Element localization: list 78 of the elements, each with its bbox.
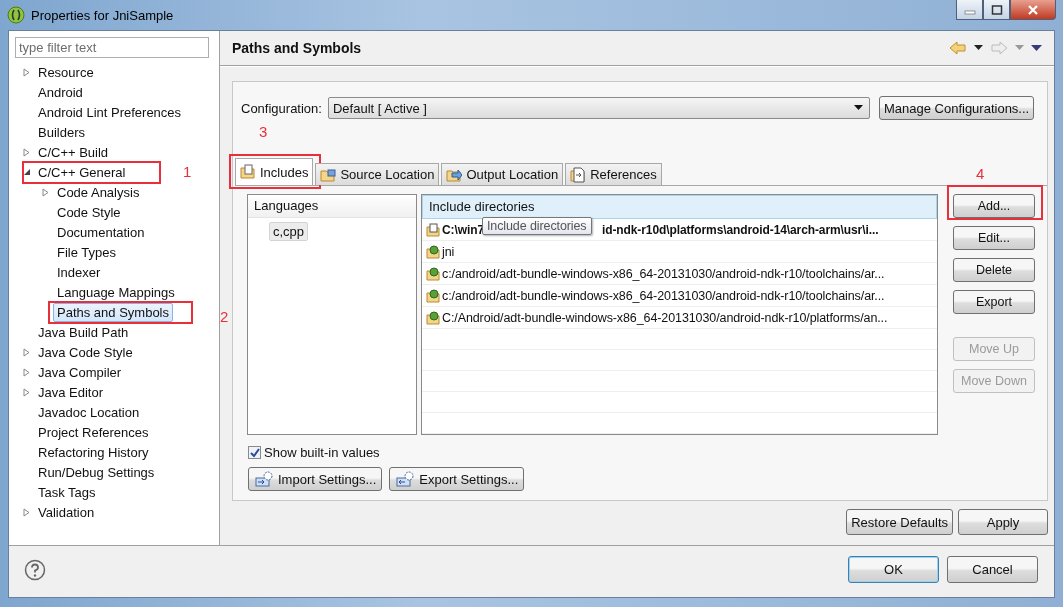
list-action-button[interactable]: Export bbox=[953, 290, 1035, 314]
tree-item[interactable]: Android Lint Preferences bbox=[34, 102, 186, 122]
maximize-icon bbox=[990, 4, 1003, 15]
manage-configurations-button[interactable]: Manage Configurations... bbox=[878, 96, 1035, 120]
help-icon[interactable] bbox=[24, 558, 46, 581]
folder-icon bbox=[570, 166, 587, 183]
page-button[interactable]: Restore Defaults bbox=[846, 509, 953, 535]
list-action-button[interactable]: Delete bbox=[953, 258, 1035, 282]
tree-item[interactable]: C/C++ General bbox=[34, 162, 130, 182]
tree-item[interactable]: Resource bbox=[34, 62, 98, 82]
callout-number: 1 bbox=[183, 163, 192, 180]
tab[interactable]: References bbox=[565, 163, 662, 185]
directory-path: id-ndk-r10d\platforms\android-14\arch-arm\usr\i... bbox=[601, 222, 879, 237]
export-settings-button[interactable]: Export Settings... bbox=[389, 467, 525, 491]
maximize-button[interactable] bbox=[983, 0, 1010, 20]
tree-item[interactable]: Code Style bbox=[53, 202, 125, 222]
configuration-dropdown[interactable]: Default [ Active ] bbox=[327, 97, 870, 119]
directory-path: jni bbox=[442, 244, 455, 259]
tree-item[interactable]: Documentation bbox=[53, 222, 149, 242]
import-settings-button[interactable]: Import Settings... bbox=[248, 467, 383, 491]
page-title: Paths and Symbols bbox=[232, 40, 362, 56]
back-arrow-icon[interactable] bbox=[949, 41, 967, 55]
tab[interactable]: Includes bbox=[235, 158, 314, 185]
folder-icon bbox=[320, 166, 337, 183]
tree-item[interactable]: Java Editor bbox=[34, 382, 108, 402]
checkbox-label: Show built-in values bbox=[264, 445, 380, 460]
tree-item[interactable]: File Types bbox=[53, 242, 120, 262]
dialog-button[interactable]: OK bbox=[848, 556, 939, 583]
filter-field[interactable]: type filter text bbox=[15, 37, 209, 58]
directory-path: C:\win7 bbox=[442, 222, 484, 237]
menu-icon[interactable] bbox=[1031, 44, 1042, 52]
tree-item[interactable]: Indexer bbox=[53, 262, 105, 282]
page-button[interactable]: Apply bbox=[958, 509, 1048, 535]
tab[interactable]: Source Location bbox=[315, 163, 440, 185]
folder-icon bbox=[240, 164, 256, 180]
tree-item[interactable]: Refactoring History bbox=[34, 442, 153, 462]
tree-item[interactable]: Java Build Path bbox=[34, 322, 133, 342]
expand-arrow-icon[interactable] bbox=[23, 387, 30, 397]
window-title: Properties for JniSample bbox=[31, 7, 174, 23]
dialog-button[interactable]: Cancel bbox=[947, 556, 1038, 583]
list-action-button[interactable]: Edit... bbox=[953, 226, 1035, 250]
close-icon bbox=[1027, 4, 1039, 15]
column-header[interactable]: Include directories bbox=[422, 195, 937, 219]
callout-number: 2 bbox=[220, 308, 229, 325]
expand-arrow-icon[interactable] bbox=[23, 147, 30, 157]
collapse-arrow-icon[interactable] bbox=[23, 168, 31, 176]
tree-item[interactable]: Javadoc Location bbox=[34, 402, 144, 422]
close-button[interactable] bbox=[1010, 0, 1056, 20]
expand-arrow-icon[interactable] bbox=[42, 187, 49, 197]
callout-number: 3 bbox=[259, 123, 268, 140]
tree-item[interactable]: Project References bbox=[34, 422, 153, 442]
expand-arrow-icon[interactable] bbox=[23, 367, 30, 377]
dropdown-icon[interactable] bbox=[974, 45, 983, 51]
directory-path: C:/Android/adt-bundle-windows-x86_64-20131030/android-ndk-r10/platforms/an... bbox=[442, 310, 888, 325]
directory-path: c:/android/adt-bundle-windows-x86_64-20131030/android-ndk-r10/toolchains/ar... bbox=[442, 266, 885, 281]
tree-item[interactable]: Run/Debug Settings bbox=[34, 462, 159, 482]
tab[interactable]: Output Location bbox=[441, 163, 564, 185]
list-action-button[interactable]: Add... bbox=[953, 194, 1035, 218]
tree-item[interactable]: Code Analysis bbox=[53, 182, 144, 202]
configuration-label: Configuration: bbox=[241, 100, 322, 116]
checkbox[interactable] bbox=[248, 446, 261, 459]
dropdown-arrow-icon bbox=[853, 105, 863, 111]
directory-path: c:/android/adt-bundle-windows-x86_64-20131030/android-ndk-r10/toolchains/ar... bbox=[442, 288, 885, 303]
tree-item[interactable]: Java Compiler bbox=[34, 362, 126, 382]
tree-item[interactable]: Builders bbox=[34, 122, 89, 142]
callout-number: 4 bbox=[976, 165, 985, 182]
expand-arrow-icon[interactable] bbox=[23, 347, 30, 357]
tree-item[interactable]: Task Tags bbox=[34, 482, 100, 502]
tree-item[interactable]: Android bbox=[34, 82, 87, 102]
tree-item[interactable]: Validation bbox=[34, 502, 99, 522]
expand-arrow-icon[interactable] bbox=[23, 507, 30, 517]
tree-item[interactable]: Language Mappings bbox=[53, 282, 179, 302]
minimize-button[interactable] bbox=[956, 0, 983, 20]
app-icon bbox=[7, 6, 25, 24]
tree-item[interactable]: C/C++ Build bbox=[34, 142, 113, 162]
language-item[interactable]: c,cpp bbox=[269, 222, 309, 241]
tree-item[interactable]: Java Code Style bbox=[34, 342, 137, 362]
expand-arrow-icon[interactable] bbox=[23, 67, 30, 77]
